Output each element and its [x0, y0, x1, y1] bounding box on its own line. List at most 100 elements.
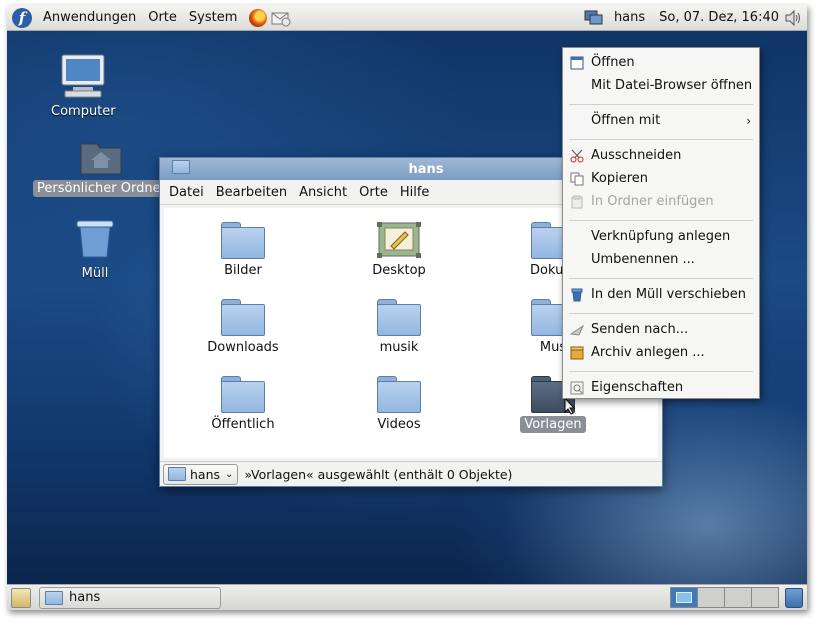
location-button[interactable]: hans ⌄ — [163, 463, 239, 485]
folder-icon — [377, 376, 421, 413]
folder-icon — [221, 376, 265, 413]
context-menu: Öffnen Mit Datei-Browser öffnen Öffnen m… — [562, 47, 760, 399]
menu-hilfe[interactable]: Hilfe — [394, 185, 436, 200]
file-name: musik — [379, 340, 419, 355]
ctx-label: In den Müll verschieben — [591, 287, 746, 302]
menu-anwendungen[interactable]: Anwendungen — [37, 10, 142, 25]
ctx-label: Ausschneiden — [591, 148, 682, 163]
open-icon — [569, 55, 585, 71]
file-item-oeffentlich[interactable]: Öffentlich — [188, 376, 298, 433]
ctx-label: Umbenennen ... — [591, 252, 695, 267]
file-item-desktop[interactable]: Desktop — [344, 222, 454, 279]
show-desktop-icon[interactable] — [11, 587, 31, 608]
trash-icon — [569, 287, 585, 303]
folder-icon — [221, 299, 265, 336]
file-name: Desktop — [372, 263, 426, 278]
menu-bearbeiten[interactable]: Bearbeiten — [210, 185, 293, 200]
file-name: Vorlagen — [520, 416, 586, 433]
menu-ansicht[interactable]: Ansicht — [293, 185, 353, 200]
trash-applet-icon[interactable] — [785, 587, 803, 608]
fedora-logo-icon[interactable]: f — [12, 7, 32, 28]
workspace-2[interactable] — [697, 587, 725, 608]
scissors-icon — [569, 148, 585, 164]
ctx-move-to-trash[interactable]: In den Müll verschieben — [563, 283, 759, 306]
workspace-3[interactable] — [724, 587, 752, 608]
clock[interactable]: So, 07. Dez, 16:40 — [659, 10, 779, 25]
file-name: Downloads — [207, 340, 279, 355]
copy-icon — [569, 171, 585, 187]
desktop-folder-icon — [377, 222, 421, 258]
ctx-label: Öffnen — [591, 55, 635, 70]
file-item-bilder[interactable]: Bilder — [188, 222, 298, 279]
workspace-1[interactable] — [670, 587, 698, 608]
taskbar-window-button[interactable]: hans — [39, 586, 221, 609]
file-name: Bilder — [224, 263, 262, 278]
desktop-screen: f Anwendungen Orte System hans So, 07. D… — [7, 5, 807, 610]
folder-icon — [168, 467, 186, 481]
ctx-label: Archiv anlegen ... — [591, 345, 705, 360]
ctx-open[interactable]: Öffnen — [563, 51, 759, 74]
ctx-create-archive[interactable]: Archiv anlegen ... — [563, 341, 759, 364]
ctx-label: Eigenschaften — [591, 380, 684, 395]
ctx-label: Senden nach... — [591, 322, 689, 337]
ctx-label: Mit Datei-Browser öffnen — [591, 78, 753, 93]
workspace-4[interactable] — [751, 587, 779, 608]
menu-system[interactable]: System — [183, 10, 243, 25]
chevron-down-icon: ⌄ — [225, 468, 234, 480]
ctx-rename[interactable]: Umbenennen ... — [563, 248, 759, 271]
ctx-label: Öffnen mit — [591, 113, 661, 128]
top-panel: f Anwendungen Orte System hans So, 07. D… — [7, 5, 807, 31]
network-icon[interactable] — [584, 10, 604, 26]
menu-separator — [569, 371, 753, 372]
workspace-switcher — [670, 587, 779, 608]
ctx-label: In Ordner einfügen — [591, 194, 714, 209]
menu-separator — [569, 104, 753, 105]
menu-orte[interactable]: Orte — [142, 10, 183, 25]
ctx-label: Kopieren — [591, 171, 648, 186]
file-name: Öffentlich — [211, 417, 275, 432]
ctx-send-to[interactable]: Senden nach... — [563, 318, 759, 341]
volume-icon[interactable] — [785, 9, 803, 26]
desktop-icon-trash[interactable]: Müll — [73, 217, 117, 282]
user-menu[interactable]: hans — [614, 10, 645, 25]
status-bar: hans ⌄ »Vorlagen« ausgewählt (enthält 0 … — [160, 461, 662, 486]
folder-icon — [377, 299, 421, 336]
menu-orte[interactable]: Orte — [353, 185, 394, 200]
ctx-open-with[interactable]: Öffnen mit › — [563, 109, 759, 132]
menu-separator — [569, 220, 753, 221]
ctx-open-browser[interactable]: Mit Datei-Browser öffnen — [563, 74, 759, 97]
file-name: Videos — [377, 417, 421, 432]
desktop-icon-label: Computer — [51, 104, 116, 119]
home-folder-icon — [80, 143, 122, 175]
desktop-icon-home[interactable]: Persönlicher Ordner — [33, 138, 170, 197]
taskbar-window-label: hans — [69, 590, 101, 605]
ctx-make-link[interactable]: Verknüpfung anlegen — [563, 225, 759, 248]
desktop-icon-label: Müll — [81, 266, 109, 281]
send-icon — [569, 322, 585, 338]
desktop-icon-computer[interactable]: Computer — [47, 53, 120, 120]
file-item-musik[interactable]: musik — [344, 299, 454, 356]
file-item-videos[interactable]: Videos — [344, 376, 454, 433]
mail-icon[interactable] — [271, 9, 291, 27]
ctx-paste[interactable]: In Ordner einfügen — [563, 190, 759, 213]
bottom-panel: hans — [7, 584, 807, 610]
desktop-icon-label: Persönlicher Ordner — [33, 180, 170, 197]
ctx-copy[interactable]: Kopieren — [563, 167, 759, 190]
status-text: »Vorlagen« ausgewählt (enthält 0 Objekte… — [244, 466, 513, 482]
menu-separator — [569, 278, 753, 279]
firefox-icon[interactable] — [249, 8, 268, 27]
computer-icon — [61, 54, 105, 98]
paste-icon — [569, 194, 585, 210]
folder-icon — [45, 590, 63, 605]
trash-icon — [76, 220, 114, 258]
archive-icon — [569, 345, 585, 361]
menu-separator — [569, 139, 753, 140]
ctx-cut[interactable]: Ausschneiden — [563, 144, 759, 167]
file-item-downloads[interactable]: Downloads — [188, 299, 298, 356]
mouse-pointer-icon — [564, 397, 576, 415]
location-label: hans — [190, 466, 221, 482]
panel-tray: hans So, 07. Dez, 16:40 — [584, 9, 807, 26]
menu-datei[interactable]: Datei — [160, 185, 210, 200]
properties-icon — [569, 380, 585, 396]
ctx-properties[interactable]: Eigenschaften — [563, 376, 759, 399]
